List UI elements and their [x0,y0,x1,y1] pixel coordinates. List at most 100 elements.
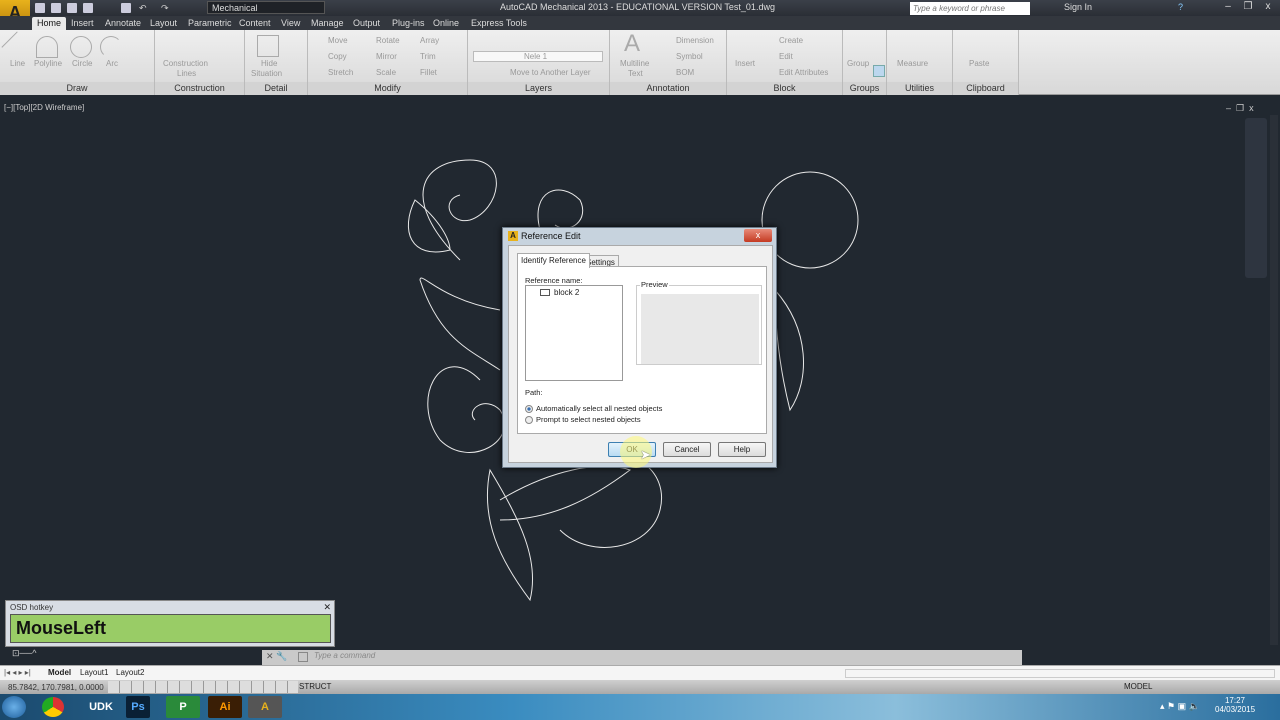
tab-annotate[interactable]: Annotate [100,17,146,30]
tab-manage[interactable]: Manage [306,17,349,30]
system-tray-icons[interactable]: ▴ ⚑ ▣ 🔈 [1160,701,1200,712]
struct-toggle[interactable]: STRUCT [299,682,331,691]
tab-online[interactable]: Online [428,17,464,30]
layout-nav-arrows[interactable]: |◂ ◂ ▸ ▸| [4,668,31,677]
command-close-icon[interactable]: ✕ 🔧 [266,651,287,662]
measure-tool[interactable]: Measure [897,59,928,68]
tab-view[interactable]: View [276,17,305,30]
tab-layout[interactable]: Layout [145,17,182,30]
photoshop-icon[interactable]: Ps [126,696,150,718]
tab-express-tools[interactable]: Express Tools [466,17,532,30]
viewport-window-controls[interactable]: – ❐ x [1226,103,1254,114]
create-block-tool[interactable]: Create [779,36,803,45]
move-tool[interactable]: Move [328,36,348,45]
draw-panel-label[interactable]: Draw [0,82,154,95]
horizontal-scrollbar[interactable] [845,669,1275,678]
sign-in-button[interactable]: Sign In [1064,2,1092,12]
layer-dropdown[interactable]: Nele 1 [473,51,603,62]
tab-home[interactable]: Home [32,17,67,30]
detail-panel-label[interactable]: Detail [245,82,307,95]
array-tool[interactable]: Array [420,36,439,45]
tab-identify-reference[interactable]: Identify Reference [517,253,590,268]
redo-icon[interactable]: ↷ [161,3,171,13]
close-button[interactable]: x [1258,0,1278,14]
dimension-tool[interactable]: Dimension [676,36,714,45]
coordinates-readout: 85.7842, 170.7981, 0.0000 [8,683,104,692]
minimize-button[interactable]: – [1218,0,1238,14]
tab-model[interactable]: Model [48,668,71,677]
scale-tool[interactable]: Scale [376,68,396,77]
option-prompt-select-label[interactable]: Prompt to select nested objects [536,415,641,424]
clock[interactable]: 17:27 04/03/2015 [1215,696,1255,714]
group-selection-toggle[interactable] [873,65,885,77]
illustrator-icon[interactable]: Ai [208,696,242,718]
modify-panel-label[interactable]: Modify [308,82,467,95]
block-panel-label[interactable]: Block [727,82,842,95]
osd-close-icon[interactable]: ✕ [323,602,331,613]
edit-attributes-tool[interactable]: Edit Attributes [779,68,828,77]
tab-parametric[interactable]: Parametric [183,17,237,30]
tab-layout1[interactable]: Layout1 [80,668,108,677]
restore-button[interactable]: ❐ [1238,0,1258,14]
polyline-tool[interactable]: Polyline [34,59,62,68]
reference-tree[interactable]: block 2 [525,285,623,381]
command-input[interactable]: Type a command [314,651,375,660]
navigation-bar[interactable] [1245,118,1267,278]
rotate-tool[interactable]: Rotate [376,36,400,45]
command-prompt-icon[interactable] [298,652,308,662]
workspace-dropdown[interactable]: Mechanical [207,1,325,14]
help-button[interactable]: Help [718,442,766,457]
tab-layout2[interactable]: Layout2 [116,668,144,677]
copy-tool[interactable]: Copy [328,52,347,61]
save-icon[interactable] [67,3,77,13]
layers-panel-label[interactable]: Layers [468,82,609,95]
open-icon[interactable] [51,3,61,13]
search-input[interactable]: Type a keyword or phrase [910,2,1030,15]
print-icon[interactable] [121,3,131,13]
tab-plugins[interactable]: Plug-ins [387,17,430,30]
edit-block-tool[interactable]: Edit [779,52,793,61]
tab-insert[interactable]: Insert [66,17,99,30]
help-icon[interactable]: ? [1178,2,1183,12]
symbol-tool[interactable]: Symbol [676,52,703,61]
tab-content[interactable]: Content [234,17,276,30]
radio-auto-select[interactable] [525,405,533,413]
fillet-tool[interactable]: Fillet [420,68,437,77]
start-button[interactable] [2,696,26,718]
autocad-taskbar-icon[interactable]: A [248,696,282,718]
construction-lines-tool[interactable]: Construction [163,59,208,68]
line-tool[interactable]: Line [10,59,25,68]
multiline-text-tool[interactable]: Multiline [620,59,649,68]
drafting-toggles[interactable] [108,681,298,693]
reference-item[interactable]: block 2 [554,288,579,297]
utilities-panel-label[interactable]: Utilities [887,82,952,95]
paste-tool[interactable]: Paste [969,59,989,68]
hide-situation-tool[interactable]: Hide [261,59,277,68]
save-as-icon[interactable] [83,3,93,13]
groups-panel-label[interactable]: Groups [843,82,886,95]
arc-tool[interactable]: Arc [106,59,118,68]
circle-tool[interactable]: Circle [72,59,92,68]
mirror-tool[interactable]: Mirror [376,52,397,61]
radio-prompt-select[interactable] [525,416,533,424]
construction-panel-label[interactable]: Construction [155,82,244,95]
udk-icon[interactable]: UDK [84,696,118,718]
project-icon[interactable]: P [166,696,200,718]
vertical-scrollbar[interactable] [1270,115,1278,645]
insert-block-tool[interactable]: Insert [735,59,755,68]
tab-output[interactable]: Output [348,17,385,30]
chrome-icon[interactable] [42,697,64,717]
bom-tool[interactable]: BOM [676,68,694,77]
stretch-tool[interactable]: Stretch [328,68,353,77]
cancel-button[interactable]: Cancel [663,442,711,457]
undo-icon[interactable]: ↶ [139,3,149,13]
group-tool[interactable]: Group [847,59,869,68]
viewport-controls[interactable]: [−][Top][2D Wireframe] [4,103,84,112]
trim-tool[interactable]: Trim [420,52,436,61]
new-icon[interactable] [35,3,45,13]
model-toggle[interactable]: MODEL [1124,682,1152,691]
option-auto-select-label[interactable]: Automatically select all nested objects [536,404,662,413]
dialog-body: Identify Reference Settings Reference na… [508,245,773,463]
dialog-close-button[interactable]: x [744,229,772,242]
move-to-another-layer-tool[interactable]: Move to Another Layer [510,68,591,77]
